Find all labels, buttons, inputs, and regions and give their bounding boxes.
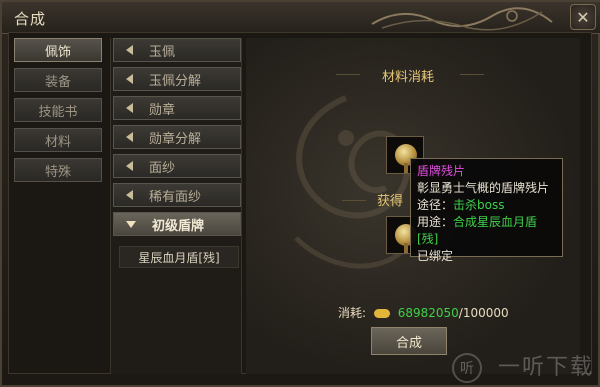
category-label: 特殊: [44, 164, 71, 180]
obtain-title: 获得: [377, 194, 404, 209]
coin-stem: [404, 243, 408, 253]
dragon-ornament-icon: [371, 7, 553, 31]
arrow-left-icon: [126, 45, 133, 55]
cost-label: 消耗:: [338, 306, 367, 320]
watermark-logo-icon: 听: [452, 353, 482, 383]
tooltip-bound-status: 已绑定: [417, 249, 454, 263]
divider: [336, 74, 360, 75]
arrow-left-icon: [126, 190, 133, 200]
subcategory-label: 初级盾牌: [152, 218, 205, 234]
category-skillbook[interactable]: 技能书: [14, 98, 102, 122]
category-equipment[interactable]: 装备: [14, 68, 102, 92]
tooltip-description: 彰显勇士气概的盾牌残片: [417, 181, 550, 195]
subcategory-label: 玉佩: [149, 44, 176, 60]
combine-button[interactable]: 合成: [371, 327, 447, 355]
recipe-item[interactable]: 星辰血月盾[残]: [119, 246, 239, 268]
recipe-label: 星辰血月盾[残]: [138, 250, 220, 265]
arrow-down-icon: [126, 220, 136, 228]
watermark-text: 一听下载: [497, 355, 594, 380]
category-materials[interactable]: 材料: [14, 128, 102, 152]
subcategory-item[interactable]: 勋章: [113, 96, 241, 120]
subcategory-item[interactable]: 勋章分解: [113, 125, 241, 149]
divider: [460, 74, 484, 75]
subcategory-item[interactable]: 玉佩分解: [113, 67, 241, 91]
materials-title: 材料消耗: [382, 70, 435, 85]
cost-current: 68982050: [397, 306, 459, 320]
watermark-circle-text: 听: [460, 361, 474, 377]
subcategory-label: 稀有面纱: [149, 189, 202, 205]
cost-display: 消耗: 68982050/100000: [338, 304, 509, 321]
arrow-left-icon: [126, 103, 133, 113]
cost-max: 100000: [462, 306, 509, 320]
category-label: 材料: [44, 134, 71, 150]
subcategory-label: 面纱: [149, 160, 176, 176]
category-label: 技能书: [38, 104, 78, 120]
subcategory-item[interactable]: 面纱: [113, 154, 241, 178]
combine-label: 合成: [395, 335, 422, 351]
window-title: 合成: [14, 10, 47, 28]
close-button[interactable]: ✕: [570, 4, 596, 30]
tooltip-source-key: 途径：: [417, 198, 454, 212]
subcategory-label: 勋章分解: [149, 131, 202, 147]
divider: [342, 200, 366, 201]
tooltip-use-row: 用途：合成星辰血月盾[残]: [417, 214, 556, 248]
category-label: 装备: [44, 74, 71, 90]
subcategory-item[interactable]: 玉佩: [113, 38, 241, 62]
tooltip-source-row: 途径：击杀boss: [417, 197, 556, 214]
gold-icon: [373, 309, 390, 318]
close-icon: ✕: [576, 7, 590, 27]
dragon-background-icon: [294, 95, 411, 269]
item-tooltip: 盾牌残片 彰显勇士气概的盾牌残片 途径：击杀boss 用途：合成星辰血月盾[残]…: [410, 158, 563, 263]
title-bar: 合成 ✕: [2, 2, 600, 34]
category-label: 佩饰: [44, 44, 71, 60]
subcategory-label: 勋章: [149, 102, 176, 118]
category-list: 佩饰 装备 技能书 材料 特殊: [14, 38, 104, 188]
coin-stem: [404, 163, 408, 173]
arrow-left-icon: [126, 161, 133, 171]
tooltip-item-name: 盾牌残片: [417, 164, 466, 178]
arrow-left-icon: [126, 74, 133, 84]
subcategory-item-open[interactable]: 初级盾牌: [113, 212, 241, 236]
subcategory-list: 玉佩 玉佩分解 勋章 勋章分解 面纱 稀有面纱 初级盾牌 星辰血月盾[残]: [110, 38, 242, 374]
tooltip-source-value: 击杀boss: [453, 198, 505, 212]
arrow-left-icon: [126, 132, 133, 142]
tooltip-use-key: 用途：: [417, 215, 454, 229]
subcategory-label: 玉佩分解: [149, 73, 202, 89]
category-special[interactable]: 特殊: [14, 158, 102, 182]
subcategory-item[interactable]: 稀有面纱: [113, 183, 241, 207]
category-peishi[interactable]: 佩饰: [14, 38, 102, 62]
